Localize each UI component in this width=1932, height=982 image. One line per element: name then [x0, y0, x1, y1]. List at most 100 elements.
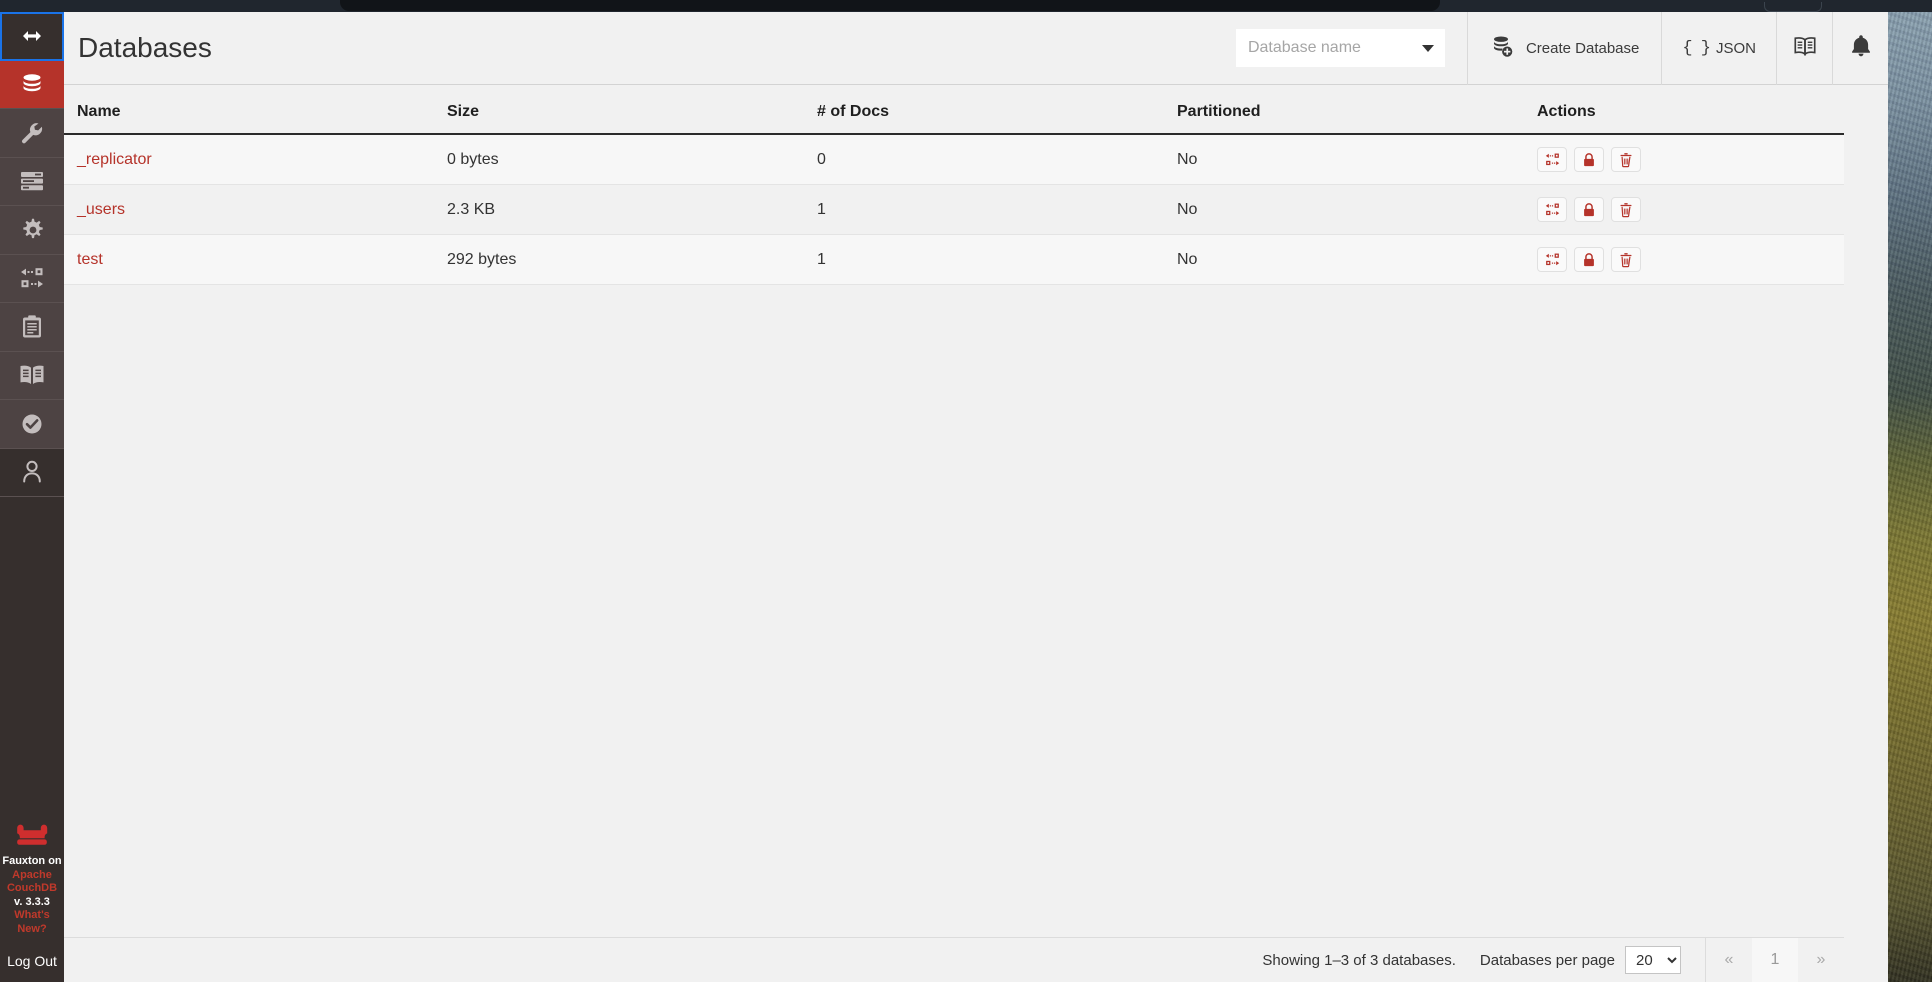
pagination-page-1[interactable]: 1	[1752, 937, 1798, 982]
sidebar-item-documentation[interactable]	[0, 303, 64, 352]
cell-database-name: _users	[64, 184, 447, 235]
column-header-size[interactable]: Size	[447, 85, 817, 135]
page-title: Databases	[78, 32, 212, 63]
sidebar-item-user[interactable]	[0, 449, 64, 497]
arrows-horizontal-icon	[18, 22, 46, 50]
sidebar-item-setup[interactable]	[0, 109, 64, 158]
replicate-action[interactable]	[1537, 147, 1567, 172]
cell-size: 2.3 KB	[447, 184, 817, 235]
open-book-icon	[18, 363, 46, 387]
wrench-icon	[19, 120, 45, 146]
replicate-action[interactable]	[1537, 247, 1567, 272]
sidebar-item-verify[interactable]	[0, 400, 64, 449]
databases-table: Name Size # of Docs Partitioned Actions …	[64, 85, 1844, 285]
replicate-action[interactable]	[1537, 197, 1567, 222]
delete-action[interactable]	[1611, 247, 1641, 272]
replicate-arrows-icon	[18, 266, 46, 290]
trash-icon	[1619, 202, 1633, 218]
browser-window-controls[interactable]	[1764, 2, 1822, 12]
sidebar-brand: Fauxton on Apache CouchDB v. 3.3.3 What'…	[0, 823, 64, 936]
sidebar-item-replication[interactable]	[0, 255, 64, 303]
databases-table-container: Name Size # of Docs Partitioned Actions …	[64, 85, 1844, 982]
database-link[interactable]: test	[77, 251, 103, 268]
gear-icon	[19, 217, 45, 243]
cell-size: 0 bytes	[447, 134, 817, 185]
cell-partitioned: No	[1177, 234, 1537, 285]
pagination: « 1 »	[1705, 937, 1844, 982]
create-database-label: Create Database	[1525, 39, 1640, 57]
column-header-name[interactable]: Name	[64, 85, 447, 135]
notifications-button[interactable]	[1832, 12, 1888, 85]
couchdb-couch-logo	[12, 823, 52, 847]
sidebar-item-active-tasks[interactable]	[0, 158, 64, 206]
check-circle-icon	[19, 411, 45, 437]
cell-database-name: _replicator	[64, 134, 447, 185]
replicate-arrows-icon	[1544, 202, 1561, 217]
server-list-icon	[19, 170, 45, 192]
version-label: v. 3.3.3	[14, 895, 50, 908]
table-row: _users 2.3 KB 1 No	[64, 184, 1844, 235]
curly-braces-icon: { }	[1682, 38, 1711, 58]
logout-button[interactable]: Log Out	[7, 953, 57, 969]
sidebar-item-nav-toggle[interactable]	[0, 12, 64, 61]
permissions-action[interactable]	[1574, 247, 1604, 272]
cell-actions	[1537, 134, 1844, 185]
clipboard-icon	[20, 314, 44, 340]
lock-icon	[1582, 252, 1596, 268]
brand-line-3: CouchDB	[6, 882, 58, 894]
cell-partitioned: No	[1177, 184, 1537, 235]
browser-chrome	[0, 0, 1932, 12]
header-actions: Create Database { } JSON	[1235, 12, 1888, 85]
column-header-num-docs[interactable]: # of Docs	[817, 85, 1177, 135]
json-label: JSON	[1715, 39, 1756, 57]
bell-icon	[1849, 33, 1873, 63]
row-actions	[1537, 135, 1844, 184]
table-row: test 292 bytes 1 No	[64, 234, 1844, 285]
sidebar-item-databases[interactable]	[0, 60, 64, 109]
whats-new-link[interactable]: What's New?	[0, 909, 64, 936]
user-icon	[20, 459, 44, 485]
column-header-actions: Actions	[1537, 85, 1844, 135]
replicate-arrows-icon	[1544, 252, 1561, 267]
replicate-arrows-icon	[1544, 152, 1561, 167]
logout-container: Log Out	[0, 940, 64, 982]
pagination-last-button[interactable]: »	[1798, 937, 1844, 982]
column-header-partitioned[interactable]: Partitioned	[1177, 85, 1537, 135]
table-head: Name Size # of Docs Partitioned Actions	[64, 85, 1844, 135]
json-button[interactable]: { } JSON	[1661, 12, 1776, 85]
delete-action[interactable]	[1611, 147, 1641, 172]
brand-line-1: Fauxton on	[2, 855, 62, 867]
database-link[interactable]: _replicator	[77, 151, 152, 168]
table-body: _replicator 0 bytes 0 No _users 2.3 KB 1 No test…	[64, 134, 1844, 285]
row-actions	[1537, 235, 1844, 284]
sidebar-item-configuration[interactable]	[0, 206, 64, 255]
database-link[interactable]: _users	[77, 201, 125, 218]
cell-database-name: test	[64, 234, 447, 285]
search-input[interactable]	[1235, 29, 1445, 67]
permissions-action[interactable]	[1574, 147, 1604, 172]
delete-action[interactable]	[1611, 197, 1641, 222]
row-actions	[1537, 185, 1844, 234]
pagination-first-button[interactable]: «	[1706, 937, 1752, 982]
page-header: Databases Create Database	[64, 12, 1888, 85]
cell-actions	[1537, 234, 1844, 285]
create-database-button[interactable]: Create Database	[1466, 12, 1661, 85]
permissions-action[interactable]	[1574, 197, 1604, 222]
per-page-label: Databases per page	[1479, 951, 1615, 969]
database-search-container	[1235, 29, 1445, 67]
brand-line-2: Apache	[12, 868, 52, 881]
sidebar-item-docs-book[interactable]	[0, 352, 64, 400]
table-row: _replicator 0 bytes 0 No	[64, 134, 1844, 185]
apache-couchdb-link[interactable]: Apache CouchDB	[0, 869, 64, 896]
cell-partitioned: No	[1177, 134, 1537, 185]
browser-tab-strip[interactable]	[340, 0, 1440, 11]
cell-num-docs: 1	[817, 184, 1177, 235]
lock-icon	[1582, 202, 1596, 218]
documentation-button[interactable]	[1776, 12, 1832, 85]
fauxton-app-window: Fauxton on Apache CouchDB v. 3.3.3 What'…	[0, 12, 1888, 982]
sidebar: Fauxton on Apache CouchDB v. 3.3.3 What'…	[0, 12, 64, 982]
trash-icon	[1619, 152, 1633, 168]
cell-actions	[1537, 184, 1844, 235]
open-book-icon	[1792, 35, 1818, 61]
per-page-select[interactable]: 5102050100	[1625, 946, 1681, 974]
